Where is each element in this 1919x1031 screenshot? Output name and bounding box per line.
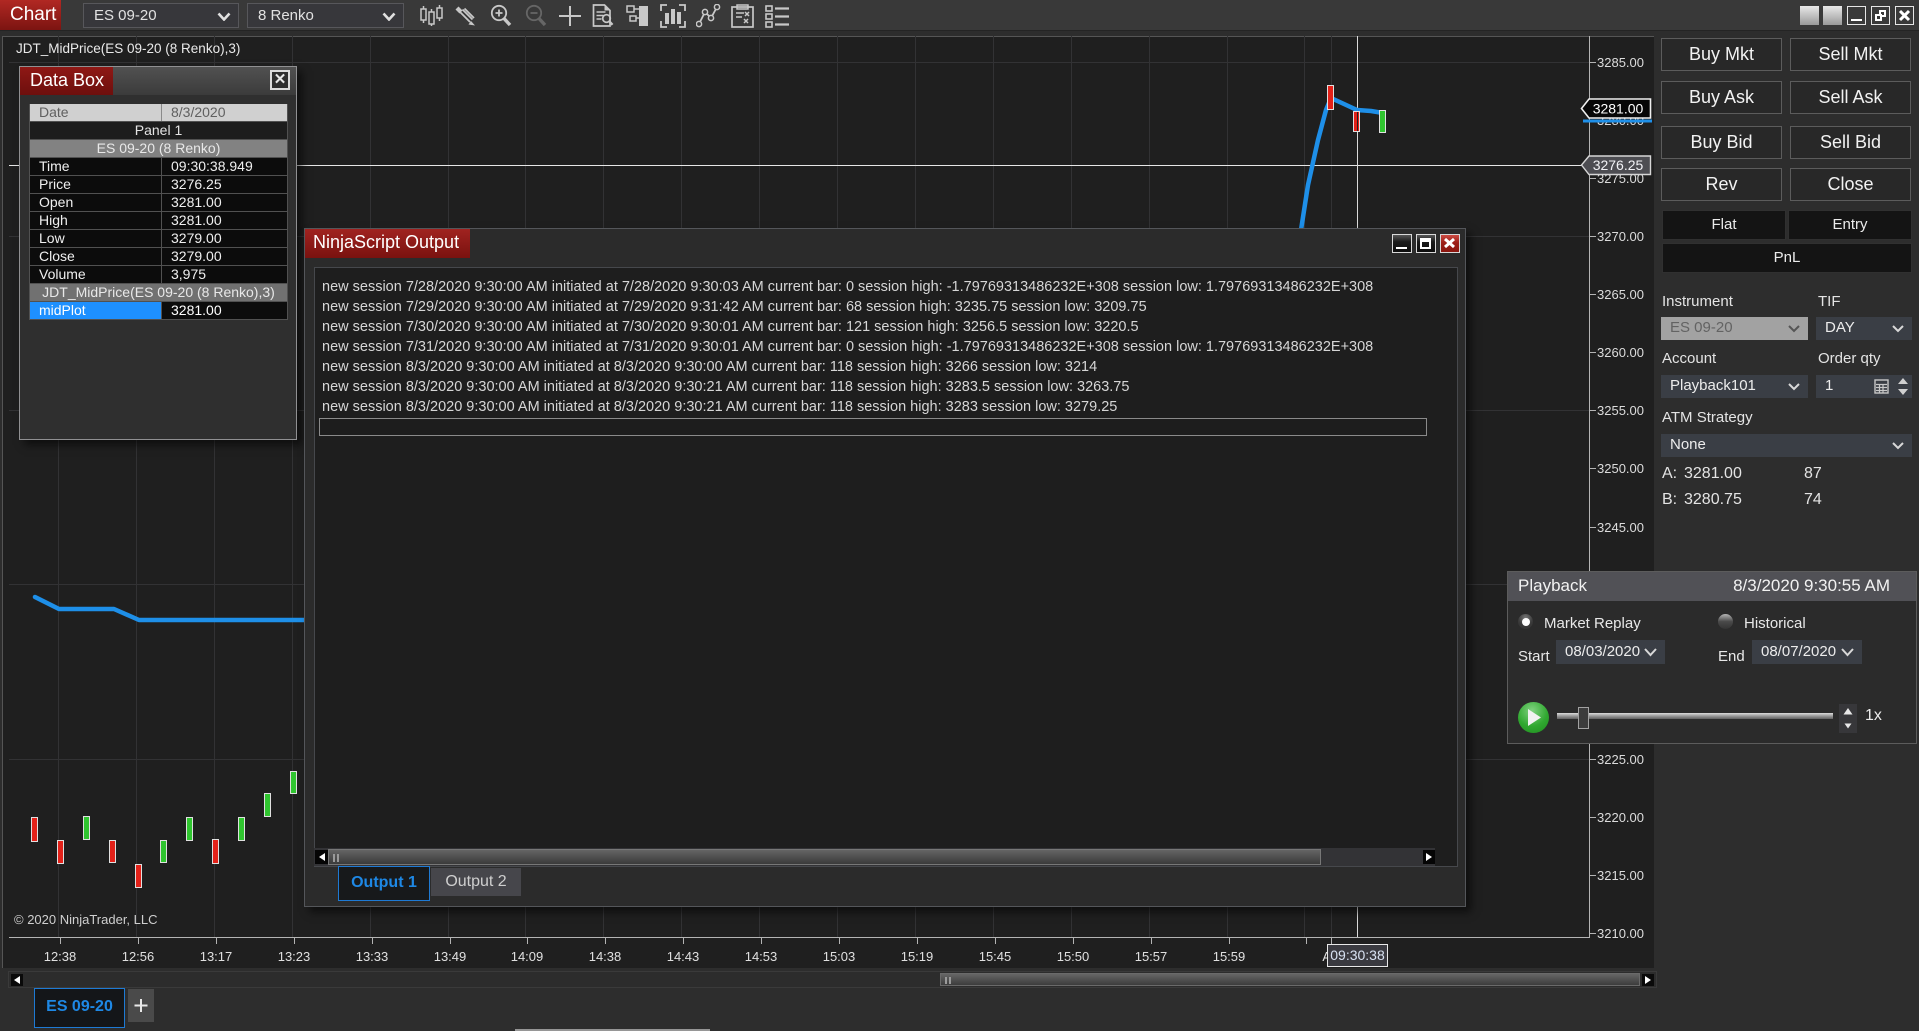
svg-text:3276.25: 3276.25 [1593,157,1644,173]
svg-text:3281.00: 3281.00 [1593,101,1644,117]
